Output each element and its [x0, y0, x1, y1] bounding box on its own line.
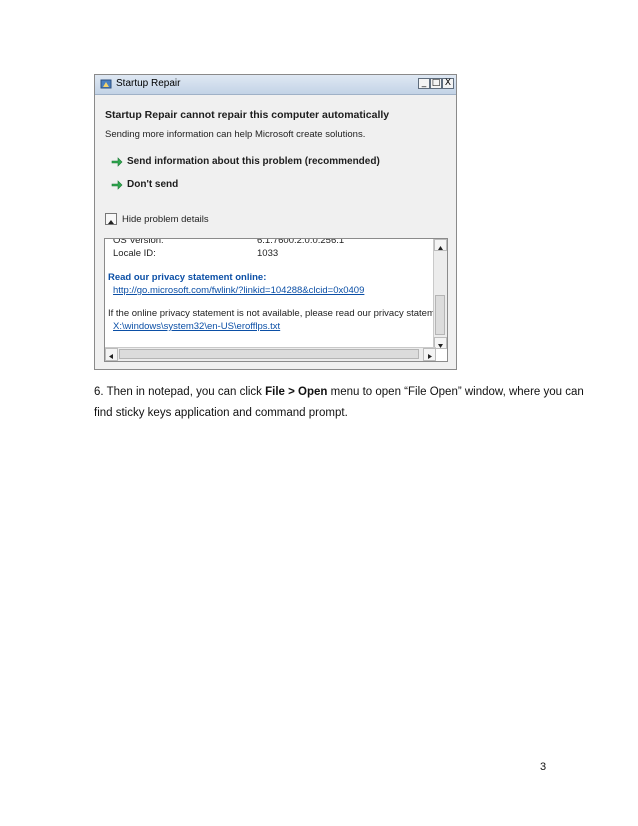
instruction-line-2: find sticky keys application and command…: [94, 407, 348, 419]
scroll-up-button[interactable]: [434, 239, 447, 251]
os-version-label: OS Version:: [113, 238, 164, 246]
close-button[interactable]: X: [442, 78, 454, 89]
hide-details-label: Hide problem details: [122, 214, 209, 225]
chevron-up-icon: [108, 220, 114, 224]
maximize-button[interactable]: □: [430, 78, 442, 89]
scroll-left-button[interactable]: [105, 348, 118, 361]
dont-send-label: Don't send: [127, 179, 179, 190]
vertical-scroll-thumb[interactable]: [435, 295, 445, 335]
dialog-subtext: Sending more information can help Micros…: [105, 129, 366, 140]
collapse-button[interactable]: [105, 213, 117, 225]
horizontal-scrollbar[interactable]: [105, 347, 436, 361]
startup-repair-screenshot: Startup Repair _ □ X Startup Repair cann…: [94, 74, 457, 370]
arrow-up-icon: [438, 246, 443, 250]
arrow-left-icon: [109, 354, 113, 359]
startup-repair-icon: [100, 79, 112, 89]
locale-label: Locale ID:: [113, 248, 156, 259]
privacy-link[interactable]: http://go.microsoft.com/fwlink/?linkid=1…: [113, 285, 364, 296]
instruction-text-pre: 6. Then in notepad, you can click: [94, 386, 266, 398]
file-open-menu-path: File > Open: [265, 386, 328, 398]
vertical-scrollbar[interactable]: [433, 239, 447, 349]
window-title: Startup Repair: [116, 78, 181, 89]
privacy-heading: Read our privacy statement online:: [108, 272, 267, 283]
os-version-value: 6.1.7600.2.0.0.256.1: [257, 238, 345, 246]
page-number: 3: [540, 761, 547, 773]
green-arrow-icon: [111, 180, 123, 190]
dialog-heading: Startup Repair cannot repair this comput…: [105, 109, 390, 121]
green-arrow-icon: [111, 157, 123, 167]
horizontal-scroll-thumb[interactable]: [119, 349, 419, 359]
arrow-right-icon: [428, 354, 432, 359]
instruction-line-1: 6. Then in notepad, you can click File >…: [94, 386, 584, 398]
offline-privacy-path[interactable]: X:\windows\system32\en-US\erofflps.txt: [113, 321, 280, 332]
offline-privacy-text: If the online privacy statement is not a…: [108, 308, 448, 319]
minimize-button[interactable]: _: [418, 78, 430, 89]
scroll-right-button[interactable]: [423, 348, 436, 361]
problem-details-panel[interactable]: OS Version: 6.1.7600.2.0.0.256.1 Locale …: [104, 238, 448, 362]
send-information-label: Send information about this problem (rec…: [127, 156, 380, 167]
window-titlebar: Startup Repair _ □ X: [95, 75, 456, 95]
instruction-text-post: menu to open “File Open” window, where y…: [327, 386, 584, 398]
arrow-down-icon: [438, 344, 443, 348]
locale-value: 1033: [257, 248, 279, 259]
